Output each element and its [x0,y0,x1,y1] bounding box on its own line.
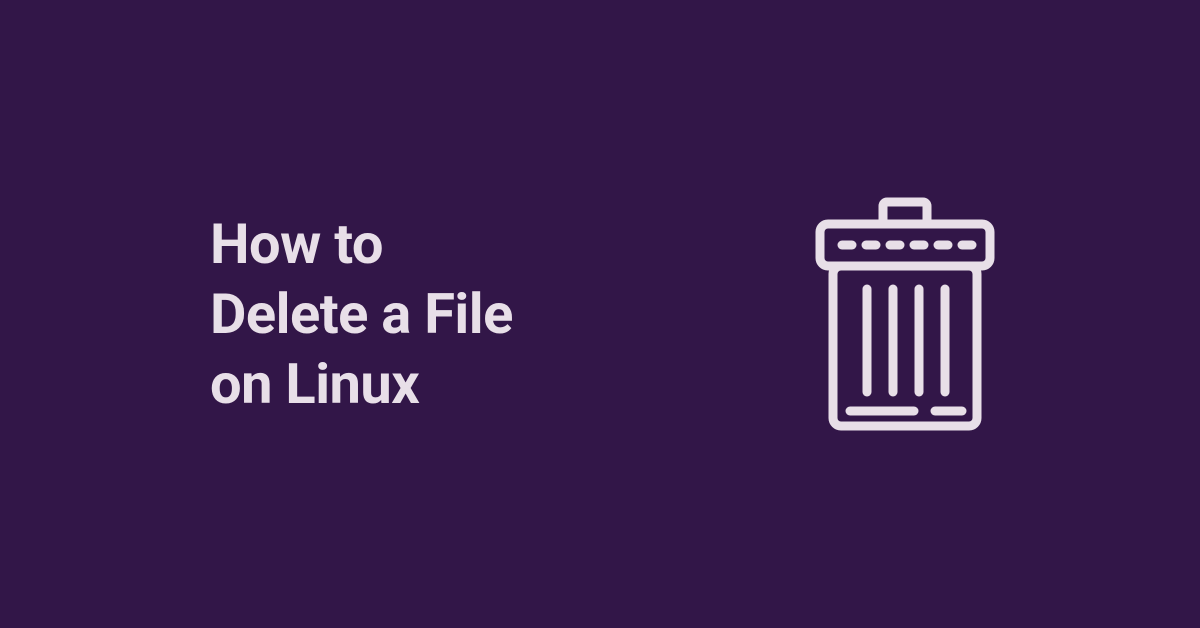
trash-icon [810,197,1000,432]
page-title: How toDelete a Fileon Linux [210,209,513,419]
hero-card: How toDelete a Fileon Linux [0,197,1200,432]
